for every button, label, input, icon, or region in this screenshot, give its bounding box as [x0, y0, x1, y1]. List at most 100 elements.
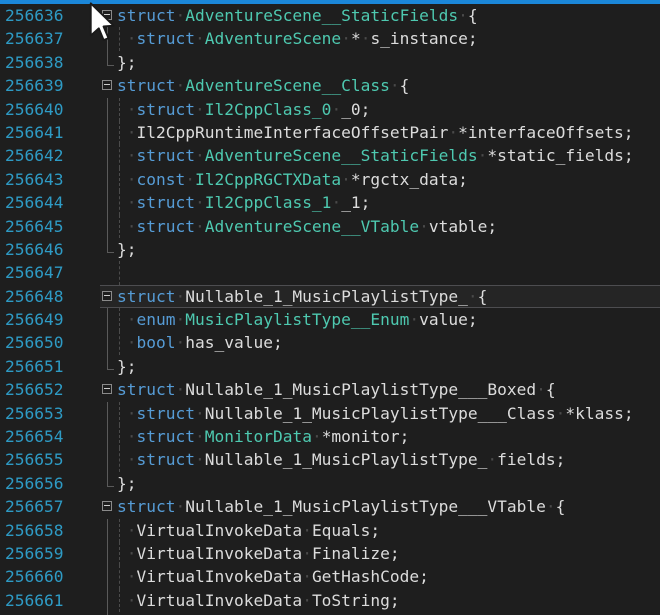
whitespace-dot: · — [175, 497, 185, 516]
code-line: 256649 ·enum·MusicPlaylistType__Enum·val… — [0, 308, 660, 331]
fold-toggle-icon[interactable] — [95, 378, 117, 401]
code-token: _1; — [341, 193, 370, 212]
line-number[interactable]: 256661 — [0, 589, 95, 612]
code-token: Il2CppRGCTXData — [195, 170, 341, 189]
line-number[interactable]: 256654 — [0, 425, 95, 448]
code-token: AdventureScene__StaticFields — [205, 146, 478, 165]
code-line: 256650 ·bool·has_value; — [0, 331, 660, 354]
line-number[interactable]: 256647 — [0, 261, 95, 284]
code-text[interactable]: struct·Nullable_1_MusicPlaylistType___Bo… — [117, 378, 660, 401]
code-text[interactable]: struct·Nullable_1_MusicPlaylistType_·{ — [117, 285, 660, 308]
code-text[interactable] — [117, 261, 660, 284]
code-token: MonitorData — [205, 427, 312, 446]
fold-scope-end-icon — [95, 238, 117, 261]
code-token: Equals; — [312, 521, 380, 540]
line-number[interactable]: 256655 — [0, 448, 95, 471]
code-line: 256654 ·struct·MonitorData·*monitor; — [0, 425, 660, 448]
code-token: s_instance; — [370, 29, 477, 48]
code-token: }; — [117, 357, 137, 376]
code-text[interactable]: ·struct·MonitorData·*monitor; — [117, 425, 660, 448]
line-number[interactable]: 256650 — [0, 331, 95, 354]
line-number[interactable]: 256656 — [0, 472, 95, 495]
line-number[interactable]: 256651 — [0, 355, 95, 378]
code-text[interactable]: ·struct·Il2CppClass_1·_1; — [117, 191, 660, 214]
code-line: 256646 }; — [0, 238, 660, 261]
fold-toggle-icon[interactable] — [95, 285, 117, 308]
fold-toggle-icon[interactable] — [95, 4, 117, 27]
whitespace-dot: · — [331, 100, 341, 119]
code-text[interactable]: struct·AdventureScene__Class·{ — [117, 74, 660, 97]
line-number[interactable]: 256639 — [0, 74, 95, 97]
code-text[interactable]: }; — [117, 51, 660, 74]
code-token: struct — [137, 404, 195, 423]
line-number[interactable]: 256653 — [0, 402, 95, 425]
line-number[interactable]: 256659 — [0, 542, 95, 565]
whitespace-dot: · — [302, 544, 312, 563]
code-token: struct — [137, 217, 195, 236]
whitespace-dot: · — [546, 497, 556, 516]
line-number[interactable]: 256643 — [0, 168, 95, 191]
line-number[interactable]: 256641 — [0, 121, 95, 144]
fold-toggle-icon[interactable] — [95, 74, 117, 97]
fold-scope-line — [95, 144, 117, 167]
code-text[interactable]: ·struct·Nullable_1_MusicPlaylistType___C… — [117, 402, 660, 425]
code-text[interactable]: struct·Nullable_1_MusicPlaylistType___VT… — [117, 495, 660, 518]
fold-scope-line — [95, 331, 117, 354]
code-text[interactable]: struct·AdventureScene__StaticFields·{ — [117, 4, 660, 27]
line-number[interactable]: 256645 — [0, 215, 95, 238]
code-line: 256647 — [0, 261, 660, 284]
code-text[interactable]: ·struct·AdventureScene__VTable·vtable; — [117, 215, 660, 238]
whitespace-dot: · — [195, 193, 205, 212]
line-number[interactable]: 256660 — [0, 565, 95, 588]
whitespace-dot: · — [195, 427, 205, 446]
code-line: 256640 ·struct·Il2CppClass_0·_0; — [0, 98, 660, 121]
code-token: { — [468, 6, 478, 25]
line-number[interactable]: 256640 — [0, 98, 95, 121]
line-number[interactable]: 256648 — [0, 285, 95, 308]
code-text[interactable]: ·struct·Il2CppClass_0·_0; — [117, 98, 660, 121]
line-number[interactable]: 256642 — [0, 144, 95, 167]
code-text[interactable]: ·struct·Nullable_1_MusicPlaylistType_·fi… — [117, 448, 660, 471]
code-token: MusicPlaylistType__Enum — [185, 310, 409, 329]
code-token: AdventureScene__Class — [185, 76, 390, 95]
code-text[interactable]: ·enum·MusicPlaylistType__Enum·value; — [117, 308, 660, 331]
code-token: AdventureScene__VTable — [205, 217, 419, 236]
code-text[interactable]: ·VirtualInvokeData·ToString; — [117, 589, 660, 612]
code-token: *static_fields; — [487, 146, 633, 165]
fold-scope-line — [95, 98, 117, 121]
whitespace-dot: · — [117, 567, 137, 586]
fold-scope-end-icon — [95, 472, 117, 495]
line-number[interactable]: 256658 — [0, 519, 95, 542]
fold-toggle-icon[interactable] — [95, 495, 117, 518]
whitespace-dot: · — [117, 123, 137, 142]
code-text[interactable]: ·bool·has_value; — [117, 331, 660, 354]
line-number[interactable]: 256652 — [0, 378, 95, 401]
line-number[interactable]: 256638 — [0, 51, 95, 74]
code-line: 256648 struct·Nullable_1_MusicPlaylistTy… — [0, 285, 660, 308]
code-text[interactable]: ·struct·AdventureScene__StaticFields·*st… — [117, 144, 660, 167]
code-text[interactable]: ·const·Il2CppRGCTXData·*rgctx_data; — [117, 168, 660, 191]
line-number[interactable]: 256649 — [0, 308, 95, 331]
code-text[interactable]: ·VirtualInvokeData·Finalize; — [117, 542, 660, 565]
line-number[interactable]: 256646 — [0, 238, 95, 261]
code-text[interactable]: }; — [117, 472, 660, 495]
code-token: GetHashCode; — [312, 567, 429, 586]
whitespace-dot: · — [117, 100, 137, 119]
whitespace-dot: · — [117, 146, 137, 165]
line-number[interactable]: 256636 — [0, 4, 95, 27]
whitespace-dot: · — [341, 29, 351, 48]
fold-margin — [95, 261, 117, 284]
whitespace-dot: · — [536, 380, 546, 399]
editor-viewport[interactable]: 256636 struct·AdventureScene__StaticFiel… — [0, 4, 660, 615]
code-text[interactable]: ·VirtualInvokeData·GetHashCode; — [117, 565, 660, 588]
code-text[interactable]: }; — [117, 238, 660, 261]
code-text[interactable]: ·VirtualInvokeData·Equals; — [117, 519, 660, 542]
code-token: *monitor; — [322, 427, 410, 446]
code-text[interactable]: ·Il2CppRuntimeInterfaceOffsetPair·*inter… — [117, 121, 660, 144]
code-text[interactable]: ·struct·AdventureScene·*·s_instance; — [117, 27, 660, 50]
code-text[interactable]: }; — [117, 355, 660, 378]
line-number[interactable]: 256637 — [0, 27, 95, 50]
code-token: struct — [137, 427, 195, 446]
line-number[interactable]: 256657 — [0, 495, 95, 518]
line-number[interactable]: 256644 — [0, 191, 95, 214]
